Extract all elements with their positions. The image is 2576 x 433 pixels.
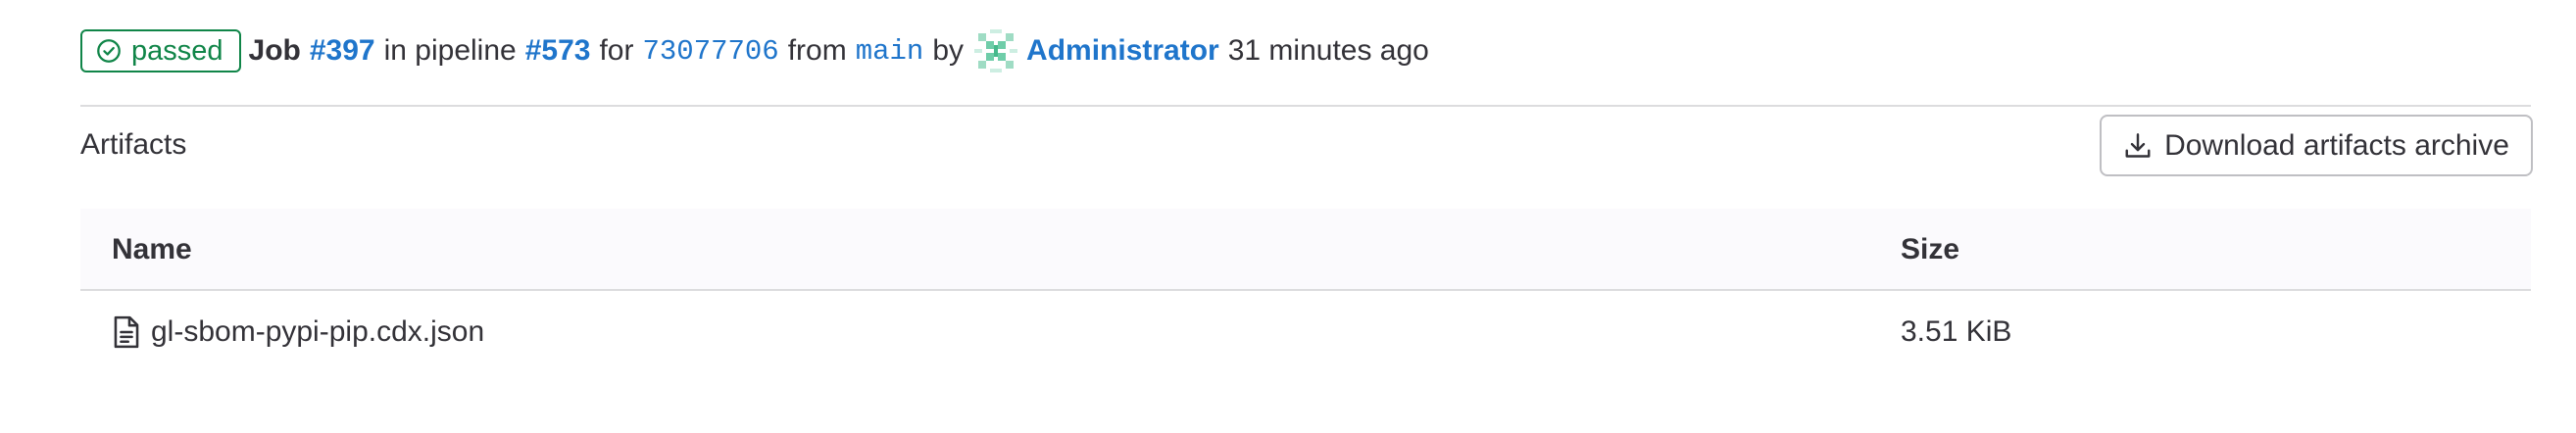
artifacts-table-header: Name Size [80,209,2531,291]
file-name-cell[interactable]: gl-sbom-pypi-pip.cdx.json [112,313,484,352]
commit-sha-link[interactable]: 73077706 [642,35,778,68]
identicon-icon [974,29,1018,72]
from-text: from [787,34,847,67]
avatar[interactable] [974,29,1018,72]
header-divider [80,105,2531,107]
status-badge[interactable]: passed [80,29,241,72]
for-text: for [599,34,634,67]
file-name[interactable]: gl-sbom-pypi-pip.cdx.json [151,313,484,352]
artifacts-title: Artifacts [80,128,187,161]
pipeline-id-link[interactable]: #573 [525,34,591,68]
download-button-label: Download artifacts archive [2164,128,2509,162]
by-text: by [932,34,965,67]
user-link[interactable]: Administrator [1026,34,1219,68]
job-label: Job [248,34,301,67]
status-label: passed [131,34,223,67]
download-artifacts-button[interactable]: Download artifacts archive [2100,115,2533,176]
in-pipeline-text: in pipeline [383,34,517,67]
job-header: passed Job #397 in pipeline #573 for 730… [80,27,1438,74]
download-icon [2125,132,2151,158]
branch-link[interactable]: main [856,35,924,68]
column-header-size[interactable]: Size [1901,232,1959,267]
file-text-icon [114,315,139,349]
table-row[interactable]: gl-sbom-pypi-pip.cdx.json 3.51 KiB [80,291,2531,375]
file-size: 3.51 KiB [1901,315,2012,348]
column-header-name[interactable]: Name [112,232,192,267]
time-ago: 31 minutes ago [1227,34,1429,67]
check-circle-icon [97,39,121,63]
job-id-link[interactable]: #397 [310,34,375,68]
job-artifacts-page: passed Job #397 in pipeline #573 for 730… [0,0,2576,433]
